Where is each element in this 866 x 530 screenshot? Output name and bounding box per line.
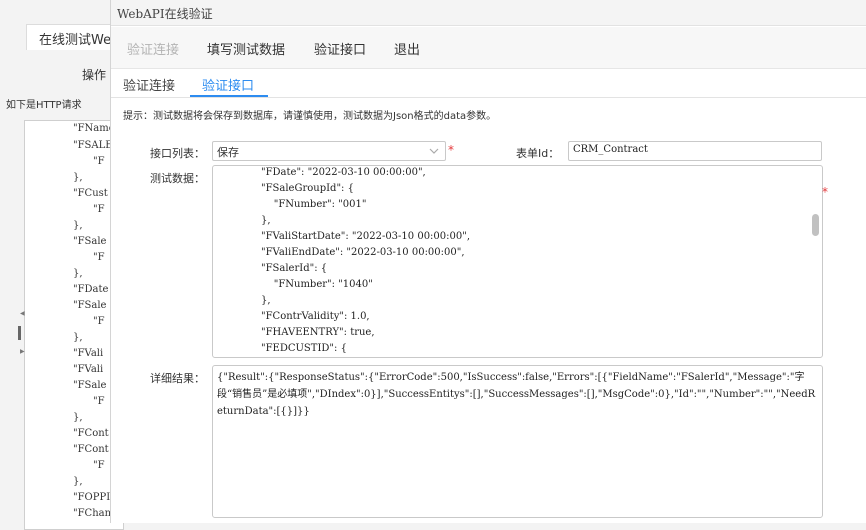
- test-data-line: "FValiEndDate": "2022-03-10 00:00:00",: [261, 247, 465, 258]
- bg-code-line: "FSale: [73, 300, 107, 311]
- bg-code-line: "F: [93, 252, 105, 263]
- tab-verify-connection[interactable]: 验证连接: [123, 75, 175, 94]
- bg-code-line: "FSale: [73, 236, 107, 247]
- required-mark: *: [448, 143, 454, 157]
- bg-code-line: },: [73, 220, 83, 231]
- bg-request-code[interactable]: "FName "FSALE "F }, "FCust "F }, "FSale …: [24, 120, 124, 530]
- chevron-down-icon: [429, 148, 439, 154]
- bg-operation-label: 操作: [82, 68, 107, 82]
- dialog-title: WebAPI在线验证: [117, 7, 213, 21]
- bg-hint: 如下是HTTP请求: [6, 100, 82, 111]
- required-mark: *: [822, 185, 828, 199]
- webapi-dialog: WebAPI在线验证 验证连接 填写测试数据 验证接口 退出 验证连接 验证接口…: [110, 0, 866, 523]
- bg-code-line: "FDate: [73, 284, 109, 295]
- test-data-scrollbar[interactable]: [812, 214, 819, 236]
- splitter-handle[interactable]: [18, 326, 21, 340]
- bg-code-line: "FCont: [73, 428, 109, 439]
- bg-code-line: "FCont: [73, 444, 109, 455]
- bg-code-line: "FChan: [73, 508, 112, 519]
- bg-code-line: "FVali: [73, 348, 104, 359]
- tab-verify-interface[interactable]: 验证接口: [202, 75, 254, 94]
- menu-verify-interface[interactable]: 验证接口: [314, 39, 366, 58]
- bg-code-line: "FName: [73, 123, 115, 134]
- tab-bar: 验证连接 验证接口: [111, 70, 866, 98]
- menu-exit[interactable]: 退出: [394, 39, 420, 58]
- tip-text: 提示：测试数据将会保存到数据库，请谨慎使用，测试数据为Json格式的data参数…: [123, 111, 497, 122]
- test-data-line: "FContrValidity": 1.0,: [261, 311, 370, 322]
- bg-code-line: },: [73, 332, 83, 343]
- test-data-line: "FSalerId": {: [261, 263, 328, 274]
- test-data-editor[interactable]: "FDate": "2022-03-10 00:00:00", "FSaleGr…: [212, 165, 823, 358]
- bg-code-line: "F: [93, 460, 105, 471]
- interface-list-label: 接口列表：: [150, 147, 205, 160]
- bg-code-line: "F: [93, 316, 105, 327]
- splitter-arrow-icon: ▶: [20, 348, 25, 355]
- detail-result-label: 详细结果：: [150, 372, 205, 385]
- bg-code-line: "FOPPI: [73, 492, 111, 503]
- menu-bar: 验证连接 填写测试数据 验证接口 退出: [111, 27, 866, 69]
- bg-code-line: "F: [93, 204, 105, 215]
- bg-code-line: },: [73, 268, 83, 279]
- bg-code-line: "F: [93, 396, 105, 407]
- form-id-input[interactable]: CRM_Contract: [568, 141, 822, 161]
- bg-code-line: },: [73, 476, 83, 487]
- test-data-line: "FNumber": "001": [261, 199, 367, 210]
- dialog-title-bar[interactable]: WebAPI在线验证: [111, 0, 866, 26]
- test-data-label: 测试数据：: [150, 172, 205, 185]
- interface-list-select[interactable]: 保存: [212, 141, 446, 161]
- bg-code-line: "FCust: [73, 188, 108, 199]
- form-id-label: 表单Id：: [516, 147, 560, 160]
- splitter-arrow-icon: ◀: [20, 310, 25, 317]
- detail-result-output[interactable]: {"Result":{"ResponseStatus":{"ErrorCode"…: [212, 365, 823, 518]
- interface-list-value: 保存: [217, 146, 239, 159]
- bg-code-line: "F: [93, 156, 105, 167]
- bg-code-line: "FSALE: [73, 140, 113, 151]
- test-data-line: },: [261, 295, 271, 306]
- test-data-line: "FValiStartDate": "2022-03-10 00:00:00",: [261, 231, 471, 242]
- bg-code-line: },: [73, 412, 83, 423]
- test-data-line: "FHAVEENTRY": true,: [261, 327, 375, 338]
- bg-code-line: "FVali: [73, 364, 104, 375]
- test-data-line: "FNumber": "1040": [261, 279, 373, 290]
- bg-code-line: "FSale: [73, 380, 107, 391]
- bg-tab[interactable]: 在线测试We: [26, 24, 116, 50]
- test-data-line: },: [261, 215, 271, 226]
- bg-code-line: },: [73, 172, 83, 183]
- test-data-line: "FSaleGroupId": {: [261, 183, 354, 194]
- menu-fill-test-data[interactable]: 填写测试数据: [207, 39, 285, 58]
- bg-tab-label: 在线测试We: [39, 33, 112, 48]
- active-tab-indicator: [190, 95, 268, 97]
- test-data-line: "FDate": "2022-03-10 00:00:00",: [261, 167, 426, 178]
- test-data-line: "FEDCUSTID": {: [261, 343, 347, 354]
- menu-verify-connection[interactable]: 验证连接: [127, 39, 179, 58]
